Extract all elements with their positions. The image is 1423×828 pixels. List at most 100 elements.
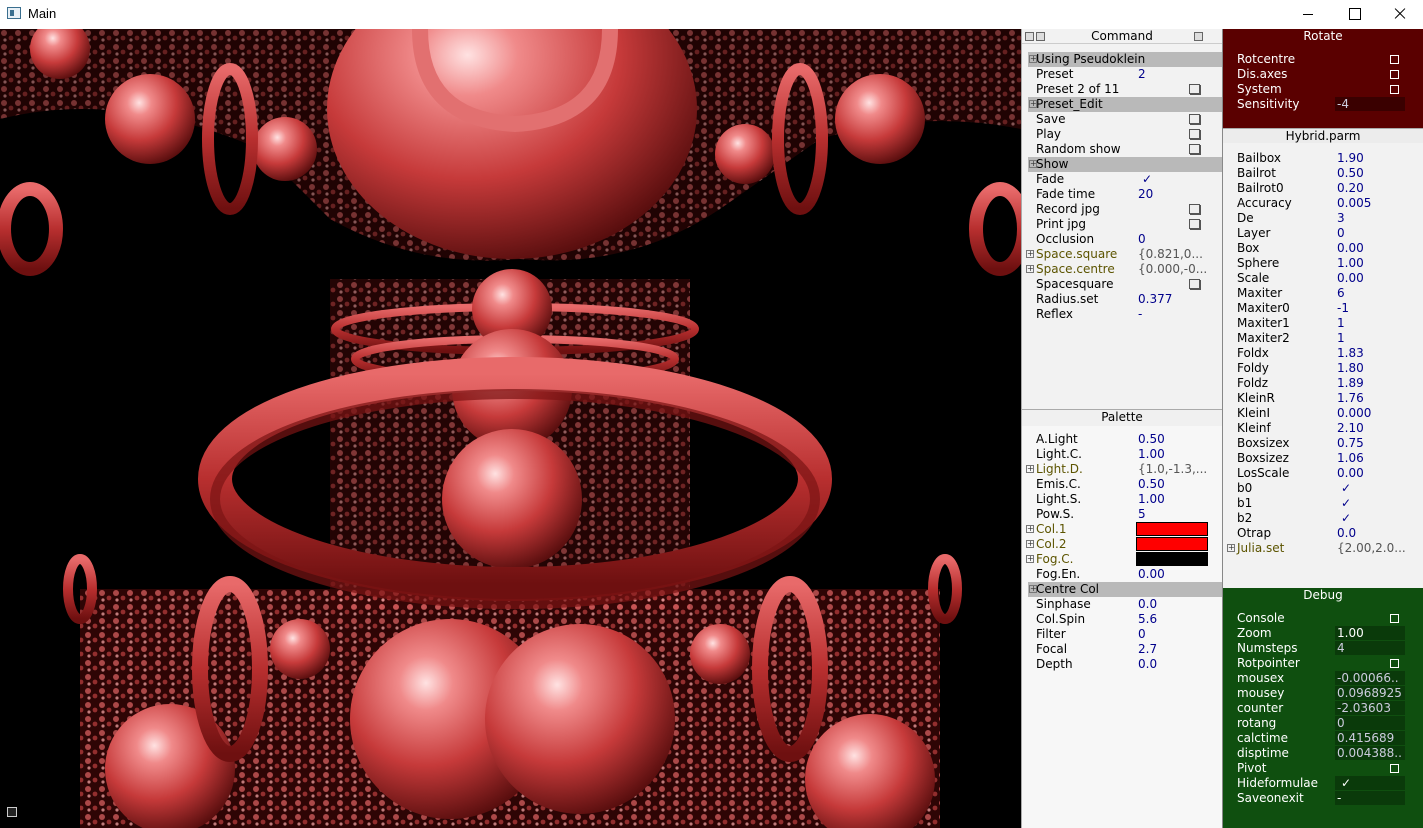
hybrid-value-foldz[interactable]: 1.89 (1335, 376, 1405, 390)
action-button-icon[interactable] (1189, 279, 1200, 289)
command-button-print-jpg[interactable] (1187, 217, 1201, 231)
palette-panel[interactable]: Palette A.Light 0.50 Light.C. 1.00 + Light.D.… (1021, 409, 1222, 828)
minimize-icon[interactable] (1285, 0, 1331, 29)
hybrid-row-maxiter0[interactable]: Maxiter0 -1 (1223, 301, 1423, 316)
hybrid-value-julia-set[interactable]: {2.00,2.0... (1335, 541, 1405, 555)
palette-value-pow-s[interactable]: 5 (1136, 507, 1208, 521)
command-row-fade-time[interactable]: Fade time 20 (1022, 187, 1222, 202)
hybrid-row-de[interactable]: De 3 (1223, 211, 1423, 226)
checkbox-icon[interactable] (1390, 55, 1399, 64)
command-row-reflex[interactable]: Reflex - (1022, 307, 1222, 322)
palette-swatch-col-1[interactable] (1136, 522, 1208, 537)
rotate-row-system[interactable]: System (1223, 82, 1423, 97)
debug-row-disptime[interactable]: disptime 0.004388.. (1223, 746, 1423, 761)
hybrid-row-maxiter[interactable]: Maxiter 6 (1223, 286, 1423, 301)
checkmark-icon[interactable]: ✓ (1335, 496, 1405, 510)
maximize-icon[interactable] (1331, 0, 1377, 29)
command-row-spacesquare[interactable]: Spacesquare (1022, 277, 1222, 292)
checkmark-icon[interactable]: ✓ (1335, 481, 1405, 495)
command-row-fade[interactable]: Fade ✓ (1022, 172, 1222, 187)
palette-value-filter[interactable]: 0 (1136, 627, 1208, 641)
checkbox-icon[interactable] (1390, 70, 1399, 79)
hybrid-value-foldy[interactable]: 1.80 (1335, 361, 1405, 375)
palette-value-fog-en[interactable]: 0.00 (1136, 567, 1208, 581)
command-row-using-pseudoklein[interactable]: + Using Pseudoklein (1028, 52, 1222, 67)
palette-row-fog-c[interactable]: + Fog.C. (1022, 552, 1222, 567)
hybrid-value-layer[interactable]: 0 (1335, 226, 1405, 240)
hybrid-value-kleinf[interactable]: 2.10 (1335, 421, 1405, 435)
debug-value-numsteps[interactable]: 4 (1335, 641, 1405, 655)
action-button-icon[interactable] (1189, 114, 1200, 124)
debug-value-disptime[interactable]: 0.004388.. (1335, 746, 1405, 760)
hybrid-row-foldy[interactable]: Foldy 1.80 (1223, 361, 1423, 376)
hybrid-row-layer[interactable]: Layer 0 (1223, 226, 1423, 241)
debug-checkbox-rotpointer[interactable] (1388, 656, 1400, 670)
hybrid-value-maxiter[interactable]: 6 (1335, 286, 1405, 300)
command-row-play[interactable]: Play (1022, 127, 1222, 142)
hybrid-row-bailrot0[interactable]: Bailrot0 0.20 (1223, 181, 1423, 196)
command-button-save[interactable] (1187, 112, 1201, 126)
hybrid-row-bailbox[interactable]: Bailbox 1.90 (1223, 151, 1423, 166)
hybrid-row-scale[interactable]: Scale 0.00 (1223, 271, 1423, 286)
debug-row-mousey[interactable]: mousey 0.0968925 (1223, 686, 1423, 701)
panel-menu-icon[interactable] (1036, 32, 1045, 41)
hybrid-row-kleinf[interactable]: Kleinf 2.10 (1223, 421, 1423, 436)
debug-row-mousex[interactable]: mousex -0.00066.. (1223, 671, 1423, 686)
debug-row-rotpointer[interactable]: Rotpointer (1223, 656, 1423, 671)
action-button-icon[interactable] (1189, 84, 1200, 94)
app-icon[interactable] (7, 7, 21, 19)
command-panel[interactable]: Command + Using Pseudoklein Preset 2 Preset … (1021, 29, 1222, 409)
hybrid-row-box[interactable]: Box 0.00 (1223, 241, 1423, 256)
hybrid-value-de[interactable]: 3 (1335, 211, 1405, 225)
expand-icon[interactable]: + (1026, 250, 1034, 258)
hybrid-row-boxsizez[interactable]: Boxsizez 1.06 (1223, 451, 1423, 466)
command-value-occlusion[interactable]: 0 (1136, 232, 1208, 246)
hybrid-row-maxiter2[interactable]: Maxiter2 1 (1223, 331, 1423, 346)
palette-value-light-s[interactable]: 1.00 (1136, 492, 1208, 506)
checkmark-icon[interactable]: ✓ (1136, 172, 1208, 186)
rotate-checkbox-system[interactable] (1388, 82, 1400, 96)
rotate-checkbox-dis-axes[interactable] (1388, 67, 1400, 81)
fractal-viewport[interactable] (0, 29, 1021, 828)
palette-value-emis-c[interactable]: 0.50 (1136, 477, 1208, 491)
expand-icon[interactable]: + (1026, 540, 1034, 548)
command-row-print-jpg[interactable]: Print jpg (1022, 217, 1222, 232)
hybrid-row-boxsizex[interactable]: Boxsizex 0.75 (1223, 436, 1423, 451)
command-value-radius-set[interactable]: 0.377 (1136, 292, 1208, 306)
debug-value-calctime[interactable]: 0.415689 (1335, 731, 1405, 745)
hybrid-row-bailrot[interactable]: Bailrot 0.50 (1223, 166, 1423, 181)
palette-row-emis-c[interactable]: Emis.C. 0.50 (1022, 477, 1222, 492)
hybrid-value-kleinr[interactable]: 1.76 (1335, 391, 1405, 405)
debug-row-counter[interactable]: counter -2.03603 (1223, 701, 1423, 716)
color-swatch[interactable] (1136, 552, 1208, 566)
debug-value-saveonexit[interactable]: - (1335, 791, 1405, 805)
palette-row-a-light[interactable]: A.Light 0.50 (1022, 432, 1222, 447)
palette-row-light-s[interactable]: Light.S. 1.00 (1022, 492, 1222, 507)
expand-icon[interactable]: + (1026, 265, 1034, 273)
hybrid-value-bailbox[interactable]: 1.90 (1335, 151, 1405, 165)
hybrid-row-b1[interactable]: b1 ✓ (1223, 496, 1423, 511)
command-button-random-show[interactable] (1187, 142, 1201, 156)
hybrid-value-kleini[interactable]: 0.000 (1335, 406, 1405, 420)
palette-swatch-col-2[interactable] (1136, 537, 1208, 552)
command-value-reflex[interactable]: - (1136, 307, 1208, 321)
palette-row-col-spin[interactable]: Col.Spin 5.6 (1022, 612, 1222, 627)
debug-value-mousey[interactable]: 0.0968925 (1335, 686, 1405, 700)
debug-row-hideformulae[interactable]: Hideformulae ✓ (1223, 776, 1423, 791)
palette-row-filter[interactable]: Filter 0 (1022, 627, 1222, 642)
command-value-preset[interactable]: 2 (1136, 67, 1208, 81)
expand-icon[interactable]: + (1026, 525, 1034, 533)
hybrid-value-maxiter1[interactable]: 1 (1335, 316, 1405, 330)
hybrid-row-b2[interactable]: b2 ✓ (1223, 511, 1423, 526)
palette-swatch-fog-c[interactable] (1136, 552, 1208, 567)
rotate-row-sensitivity[interactable]: Sensitivity -4 (1223, 97, 1423, 112)
corner-marker[interactable] (7, 807, 17, 817)
command-button-spacesquare[interactable] (1187, 277, 1201, 291)
command-button-preset-2-of-11[interactable] (1187, 82, 1201, 96)
palette-row-col-1[interactable]: + Col.1 (1022, 522, 1222, 537)
action-button-icon[interactable] (1189, 219, 1200, 229)
command-value-space-centre[interactable]: {0.000,-0... (1136, 262, 1208, 276)
expand-icon[interactable]: + (1227, 544, 1235, 552)
hybrid-value-otrap[interactable]: 0.0 (1335, 526, 1405, 540)
command-row-space-square[interactable]: + Space.square {0.821,0... (1022, 247, 1222, 262)
